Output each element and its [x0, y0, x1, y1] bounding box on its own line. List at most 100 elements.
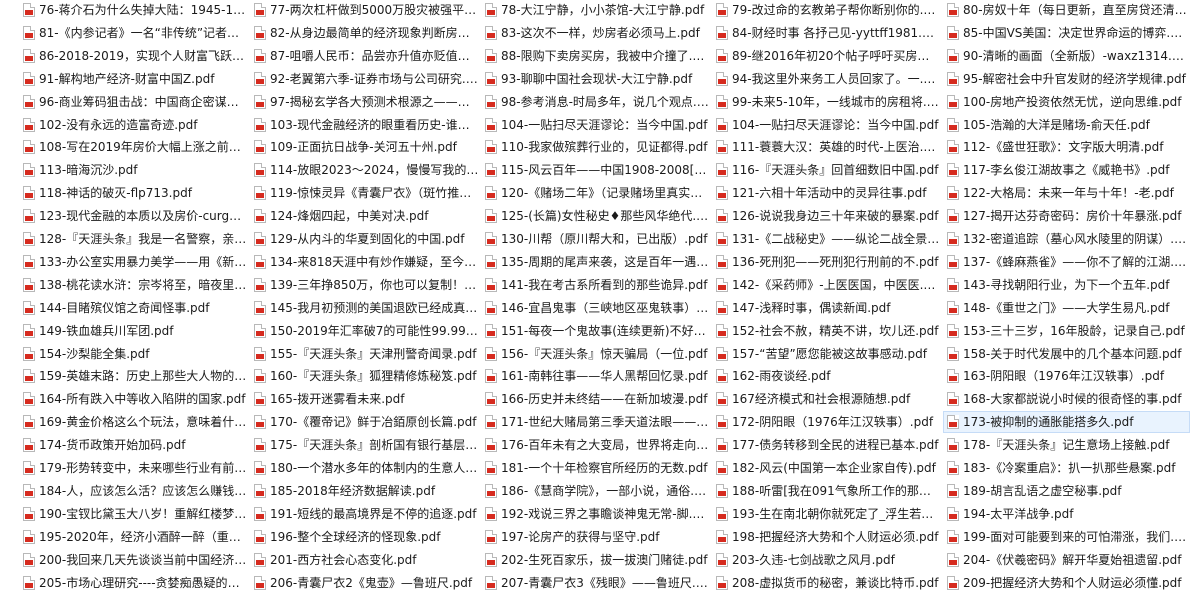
- file-item[interactable]: 166-历史并未终结——在新加坡漫.pdf: [482, 389, 710, 409]
- file-item[interactable]: 207-青囊尸衣3《残眼》——鲁班尺.pdf: [482, 573, 710, 593]
- file-item[interactable]: 132-密道追踪（墓心风水陵里的阴谋）.pdf: [944, 229, 1189, 249]
- file-item[interactable]: 170-《覆帝记》鲜于冶銆原创长篇.pdf: [251, 412, 479, 432]
- file-item[interactable]: 84-财经时事 各抒己见-yyttff1981.pdf: [713, 23, 941, 43]
- file-item[interactable]: 81-《内参记者》一名“非传统”记者的自述.pdf: [20, 23, 248, 43]
- file-item[interactable]: 82-从身边最简单的经济现象判断房价.pdf: [251, 23, 479, 43]
- file-item[interactable]: 164-所有跌入中等收入陷阱的国家.pdf: [20, 389, 248, 409]
- file-item[interactable]: 201-西方社会心态变化.pdf: [251, 550, 479, 570]
- file-item[interactable]: 157-“苦望”愿您能被这故事感动.pdf: [713, 344, 941, 364]
- file-item[interactable]: 110-我家做殡葬行业的，见证都得.pdf: [482, 137, 710, 157]
- file-item[interactable]: 98-参考消息-时局多年，说几个观点.pdf: [482, 92, 710, 112]
- file-item[interactable]: 125-(长篇)女性秘史♦那些风华绝代.pdf: [482, 206, 710, 226]
- file-item[interactable]: 181-一个十年检察官所经历的无数.pdf: [482, 458, 710, 478]
- file-item[interactable]: 87-咀嚼人民币：品尝亦升值亦贬值的.pdf: [251, 46, 479, 66]
- file-item[interactable]: 143-寻找朝阳行业，为下一个五年.pdf: [944, 275, 1189, 295]
- file-item[interactable]: 108-写在2019年房价大幅上涨之前的话.pdf: [20, 137, 248, 157]
- file-item[interactable]: 103-现代金融经济的眼重看历史-谁在.pdf: [251, 115, 479, 135]
- file-item[interactable]: 86-2018-2019，实现个人财富飞跃的经济.pdf: [20, 46, 248, 66]
- file-item[interactable]: 100-房地产投资依然无忧，逆向思维.pdf: [944, 92, 1189, 112]
- file-item[interactable]: 135-周期的尾声来袭，这是百年一遇.pdf: [482, 252, 710, 272]
- file-item[interactable]: 142-《采药师》-上医医国，中医医.pdf: [713, 275, 941, 295]
- file-item[interactable]: 139-三年挣850万，你也可以复制！.pdf: [251, 275, 479, 295]
- file-item[interactable]: 192-戏说三界之事瞻谈神鬼无常-脚.pdf: [482, 504, 710, 524]
- file-item[interactable]: 111-蓑蓑大汉：英雄的时代-上医治.pdf: [713, 137, 941, 157]
- file-item[interactable]: 126-说说我身边三十年来破的暴案.pdf: [713, 206, 941, 226]
- file-item[interactable]: 205-市场心理研究----贪婪痴愚疑的经济学.pdf: [20, 573, 248, 593]
- file-item[interactable]: 199-面对可能要到来的可怕滞涨，我们.pdf: [944, 527, 1189, 547]
- file-item[interactable]: 168-大家都説说小时候的很奇怪的事.pdf: [944, 389, 1189, 409]
- file-item[interactable]: 152-社会不赦，精英不讲，坎儿还.pdf: [713, 321, 941, 341]
- file-item[interactable]: 109-正面抗日战争-关河五十州.pdf: [251, 137, 479, 157]
- file-item[interactable]: 183-《冷案重启》：扒一扒那些悬案.pdf: [944, 458, 1189, 478]
- file-item[interactable]: 89-继2016年初20个帖子呼吁买房正确.pdf: [713, 46, 941, 66]
- file-item[interactable]: 134-来818天涯中有炒作嫌疑，至今.pdf: [251, 252, 479, 272]
- file-item[interactable]: 191-短线的最高境界是不停的追逐.pdf: [251, 504, 479, 524]
- file-item[interactable]: 99-未来5-10年，一线城市的房租将.pdf: [713, 92, 941, 112]
- file-item[interactable]: 133-办公室实用暴力美学——用《新三国》.pdf: [20, 252, 248, 272]
- file-item[interactable]: 119-惊悚灵异《青囊尸衣》（斑竹推荐）.pdf: [251, 183, 479, 203]
- file-item[interactable]: 208-虚拟货币的秘密，兼谈比特币.pdf: [713, 573, 941, 593]
- file-item[interactable]: 95-解密社会中升官发财的经济学规律.pdf: [944, 69, 1189, 89]
- file-item[interactable]: 156-『天涯头条』惊天骗局（一位.pdf: [482, 344, 710, 364]
- file-item[interactable]: 122-大格局：未来一年与十年！-老.pdf: [944, 183, 1189, 203]
- file-item[interactable]: 155-『天涯头条』天津刑警奇闻录.pdf: [251, 344, 479, 364]
- file-item[interactable]: 202-生死百家乐，拔一拔澳门赌徒.pdf: [482, 550, 710, 570]
- file-item[interactable]: 104-一贴扫尽天涯谬论：当今中国.pdf: [713, 115, 941, 135]
- file-item[interactable]: 96-商业筹码狙击战：中国商企密谋战略.pdf: [20, 92, 248, 112]
- file-item[interactable]: 172-阴阳眼（1976年江汉轶事）.pdf: [713, 412, 941, 432]
- file-item[interactable]: 184-人，应该怎么活？应该怎么赚钱.pdf: [20, 481, 248, 501]
- file-item[interactable]: 151-每夜一个鬼故事(连续更新)不好看.pdf: [482, 321, 710, 341]
- file-item[interactable]: 189-胡言乱语之虚空秘事.pdf: [944, 481, 1189, 501]
- file-item[interactable]: 197-论房产的获得与坚守.pdf: [482, 527, 710, 547]
- file-item[interactable]: 83-这次不一样，炒房者必须马上.pdf: [482, 23, 710, 43]
- file-item[interactable]: 180-一个潜水多年的体制内的生意人.pdf: [251, 458, 479, 478]
- file-item[interactable]: 186-《慧商学院》，一部小说，通俗.pdf: [482, 481, 710, 501]
- file-item[interactable]: 130-川帮（原川帮大和，已出版）.pdf: [482, 229, 710, 249]
- file-item[interactable]: 209-把握经济大势和个人财运必须懂.pdf: [944, 573, 1189, 593]
- file-item[interactable]: 165-拨开迷雾看未来.pdf: [251, 389, 479, 409]
- file-item[interactable]: 85-中国VS美国：决定世界命运的博弈.pdf: [944, 23, 1189, 43]
- file-item[interactable]: 144-目睹殡仪馆之奇闻怪事.pdf: [20, 298, 248, 318]
- file-item[interactable]: 169-黄金价格这么个玩法，意味着什么.pdf: [20, 412, 248, 432]
- file-item[interactable]: 112-《盛世狂歌》：文字版大明清.pdf: [944, 137, 1189, 157]
- file-item[interactable]: 116-『天涯头条』回首细数旧中国.pdf: [713, 160, 941, 180]
- file-item[interactable]: 159-英雄末路：历史上那些大人物的死.pdf: [20, 366, 248, 386]
- file-item[interactable]: 88-限购下卖房买房，我被中介撞了.pdf: [482, 46, 710, 66]
- file-item[interactable]: 105-浩瀚的大洋是赌场-俞天任.pdf: [944, 115, 1189, 135]
- file-item[interactable]: 195-2020年，经济小酒醉一醉（重启版）.pdf: [20, 527, 248, 547]
- file-item[interactable]: 196-整个全球经济的怪现象.pdf: [251, 527, 479, 547]
- file-item[interactable]: 185-2018年经济数据解读.pdf: [251, 481, 479, 501]
- file-item[interactable]: 149-铁血雄兵川军团.pdf: [20, 321, 248, 341]
- file-item[interactable]: 194-太平洋战争.pdf: [944, 504, 1189, 524]
- file-item[interactable]: 92-老翼第六季-证券市场与公司研究.pdf: [251, 69, 479, 89]
- file-item[interactable]: 145-我月初预测的美国退欧已经成真.pdf: [251, 298, 479, 318]
- file-item[interactable]: 167经济模式和社会根源随想.pdf: [713, 389, 941, 409]
- file-item[interactable]: 153-三十三岁，16年股龄，记录自己.pdf: [944, 321, 1189, 341]
- file-item[interactable]: 206-青囊尸衣2《鬼壶》—鲁班尺.pdf: [251, 573, 479, 593]
- file-item[interactable]: 76-蒋介石为什么失掉大陆：1945-1949.pdf: [20, 0, 248, 20]
- file-item[interactable]: 173-被抑制的通胀能搭多久.pdf: [943, 411, 1190, 434]
- file-item[interactable]: 104-一贴扫尽天涯谬论：当今中国.pdf: [482, 115, 710, 135]
- file-item[interactable]: 179-形势转变中，未来哪些行业有前途.pdf: [20, 458, 248, 478]
- file-item[interactable]: 163-阴阳眼（1976年江汉轶事）.pdf: [944, 366, 1189, 386]
- file-item[interactable]: 188-听雷[我在091气象所工作的那些年].pdf: [713, 481, 941, 501]
- file-item[interactable]: 102-没有永远的造富奇迹.pdf: [20, 115, 248, 135]
- file-item[interactable]: 120-《赌场二年》（记录赌场里真实的.pdf: [482, 183, 710, 203]
- file-item[interactable]: 141-我在考古系所看到的那些诡异.pdf: [482, 275, 710, 295]
- file-item[interactable]: 80-房奴十年（每日更新，直至房贷还清）.pdf: [944, 0, 1189, 20]
- file-item[interactable]: 138-桃花读水浒：宗岑将至，暗夜里的.pdf: [20, 275, 248, 295]
- file-item[interactable]: 154-沙梨能全集.pdf: [20, 344, 248, 364]
- file-item[interactable]: 78-大江宁静，小小茶馆-大江宁静.pdf: [482, 0, 710, 20]
- file-item[interactable]: 200-我回来几天先谈谈当前中国经济形势.pdf: [20, 550, 248, 570]
- file-item[interactable]: 77-两次杠杆做到5000万股灾被强平的.pdf: [251, 0, 479, 20]
- file-item[interactable]: 161-南韩往事——华人黑帮回忆录.pdf: [482, 366, 710, 386]
- file-item[interactable]: 93-聊聊中国社会现状-大江宁静.pdf: [482, 69, 710, 89]
- file-item[interactable]: 203-久违-七剑战歌之风月.pdf: [713, 550, 941, 570]
- file-item[interactable]: 176-百年未有之大变局，世界将走向.pdf: [482, 435, 710, 455]
- file-item[interactable]: 79-改过命的玄教弟子帮你断别你的.pdf: [713, 0, 941, 20]
- file-item[interactable]: 90-清晰的画面（全新版）-waxz1314.pdf: [944, 46, 1189, 66]
- file-item[interactable]: 171-世纪大赌局第三季天道法眼——.pdf: [482, 412, 710, 432]
- file-item[interactable]: 115-风云百年——中国1908-2008[整理版].pdf: [482, 160, 710, 180]
- file-item[interactable]: 127-揭开达芬奇密码：房价十年暴涨.pdf: [944, 206, 1189, 226]
- file-item[interactable]: 147-浅释时事，偶读新闻.pdf: [713, 298, 941, 318]
